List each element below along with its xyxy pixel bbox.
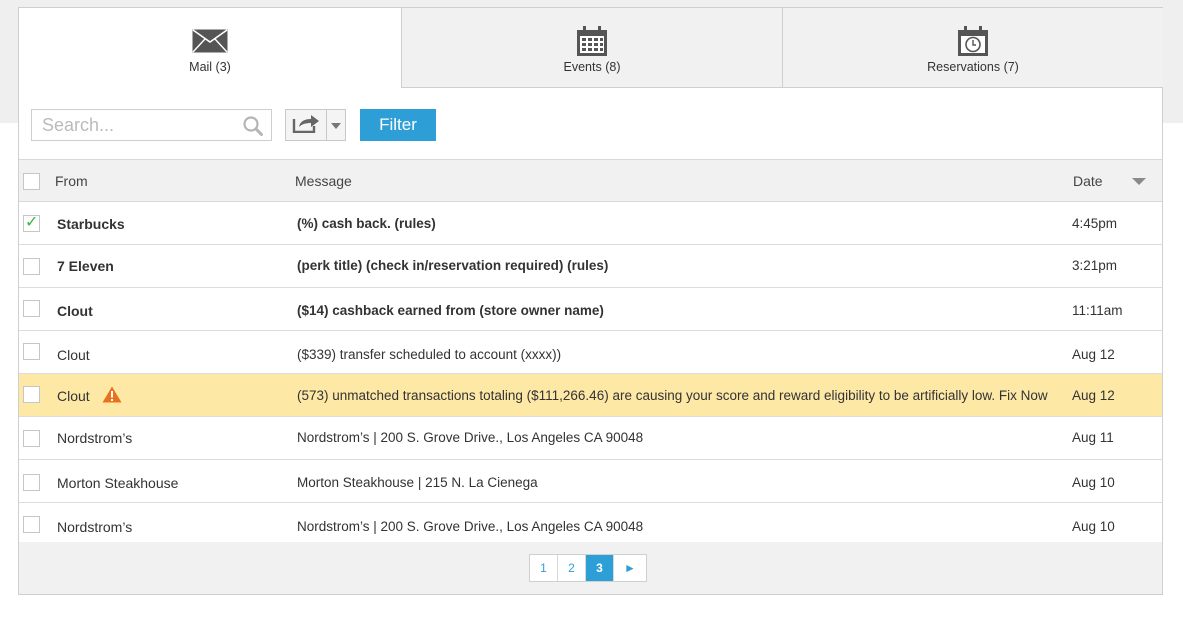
- column-message-header[interactable]: Message: [295, 173, 352, 189]
- row-date: Aug 10: [1072, 519, 1115, 534]
- row-from: Nordstrom’s: [57, 430, 133, 446]
- table-row[interactable]: Morton Steakhouse Morton Steakhouse | 21…: [19, 460, 1162, 503]
- row-checkbox[interactable]: [23, 430, 40, 447]
- row-date: Aug 12: [1072, 347, 1115, 362]
- row-from: Clout: [57, 303, 93, 319]
- table-row-warning[interactable]: Clout (573) unmatched transactions total…: [19, 374, 1162, 417]
- warning-icon: [102, 386, 122, 406]
- row-from: Nordstrom’s: [57, 519, 133, 535]
- share-dropdown: [285, 109, 346, 141]
- play-right-icon: ►: [624, 561, 636, 575]
- chevron-down-icon: [331, 116, 342, 134]
- table-row[interactable]: Nordstrom’s Nordstrom’s | 200 S. Grove D…: [19, 503, 1162, 546]
- search-input[interactable]: [32, 110, 232, 140]
- row-checkbox[interactable]: ✓: [23, 214, 40, 232]
- table-header: From Message Date: [19, 159, 1162, 202]
- table-row[interactable]: ✓ Starbucks (%) cash back. (rules) 4:45p…: [19, 202, 1162, 245]
- checkmark-icon: ✓: [25, 214, 39, 231]
- row-from: Clout: [57, 386, 122, 406]
- table-row[interactable]: Clout ($14) cashback earned from (store …: [19, 288, 1162, 331]
- row-message[interactable]: (573) unmatched transactions totaling ($…: [297, 388, 1048, 403]
- inbox-panel: Mail (3) Events (8) Reservations (7) Sea…: [18, 7, 1163, 595]
- row-from: Clout: [57, 347, 90, 363]
- select-all-checkbox[interactable]: [23, 173, 40, 190]
- row-date: 4:45pm: [1072, 216, 1118, 231]
- tab-mail-label: Mail (3): [189, 60, 231, 74]
- row-message: (perk title) (check in/reservation requi…: [297, 258, 609, 273]
- row-checkbox[interactable]: [23, 300, 40, 317]
- row-checkbox[interactable]: [23, 386, 40, 403]
- tab-mail[interactable]: Mail (3): [19, 8, 401, 88]
- row-from: 7 Eleven: [57, 258, 114, 274]
- column-date-header[interactable]: Date: [1073, 173, 1103, 189]
- row-from: Starbucks: [57, 216, 125, 232]
- search-box: [31, 109, 272, 141]
- share-button[interactable]: [286, 110, 328, 140]
- row-checkbox[interactable]: [23, 343, 40, 360]
- envelope-icon: [192, 25, 228, 57]
- column-from-header[interactable]: From: [55, 173, 88, 189]
- page-2-button[interactable]: 2: [558, 555, 586, 581]
- row-message: ($339) transfer scheduled to account (xx…: [297, 347, 562, 362]
- table-row[interactable]: 7 Eleven (perk title) (check in/reservat…: [19, 245, 1162, 288]
- table-row[interactable]: Nordstrom’s Nordstrom’s | 200 S. Grove D…: [19, 417, 1162, 460]
- tab-events[interactable]: Events (8): [401, 8, 782, 88]
- calendar-icon: [576, 25, 608, 57]
- page-3-button[interactable]: 3: [586, 555, 614, 581]
- row-message: Nordstrom’s | 200 S. Grove Drive., Los A…: [297, 430, 644, 445]
- next-page-button[interactable]: ►: [614, 555, 646, 581]
- tab-reservations-label: Reservations (7): [927, 60, 1019, 74]
- pagination-buttons: 1 2 3 ►: [529, 554, 647, 582]
- row-date: 11:11am: [1072, 303, 1123, 318]
- row-message: (%) cash back. (rules): [297, 216, 436, 231]
- row-message: ($14) cashback earned from (store owner …: [297, 303, 604, 318]
- row-checkbox[interactable]: [23, 258, 40, 275]
- search-icon[interactable]: [243, 116, 263, 141]
- tab-bar: Mail (3) Events (8) Reservations (7): [19, 8, 1163, 88]
- row-from: Morton Steakhouse: [57, 475, 179, 491]
- table-row[interactable]: Clout ($339) transfer scheduled to accou…: [19, 331, 1162, 374]
- row-date: Aug 10: [1072, 475, 1115, 490]
- row-date: 3:21pm: [1072, 258, 1118, 273]
- row-checkbox[interactable]: [23, 474, 40, 491]
- tab-reservations[interactable]: Reservations (7): [782, 8, 1163, 88]
- filter-button[interactable]: Filter: [360, 109, 436, 141]
- row-from-label: Clout: [57, 388, 90, 404]
- row-checkbox[interactable]: [23, 516, 40, 533]
- row-message: Morton Steakhouse | 215 N. La Cienega: [297, 475, 538, 490]
- row-date: Aug 12: [1072, 388, 1115, 403]
- pagination: 1 2 3 ►: [19, 542, 1162, 594]
- tab-events-label: Events (8): [563, 60, 621, 74]
- row-date: Aug 11: [1072, 430, 1114, 445]
- calendar-clock-icon: [957, 25, 989, 57]
- share-caret-button[interactable]: [327, 110, 345, 140]
- row-message: Nordstrom’s | 200 S. Grove Drive., Los A…: [297, 519, 644, 534]
- toolbar: Filter: [19, 88, 1162, 159]
- page-1-button[interactable]: 1: [530, 555, 558, 581]
- share-icon: [292, 113, 320, 138]
- sort-down-icon[interactable]: [1132, 178, 1146, 185]
